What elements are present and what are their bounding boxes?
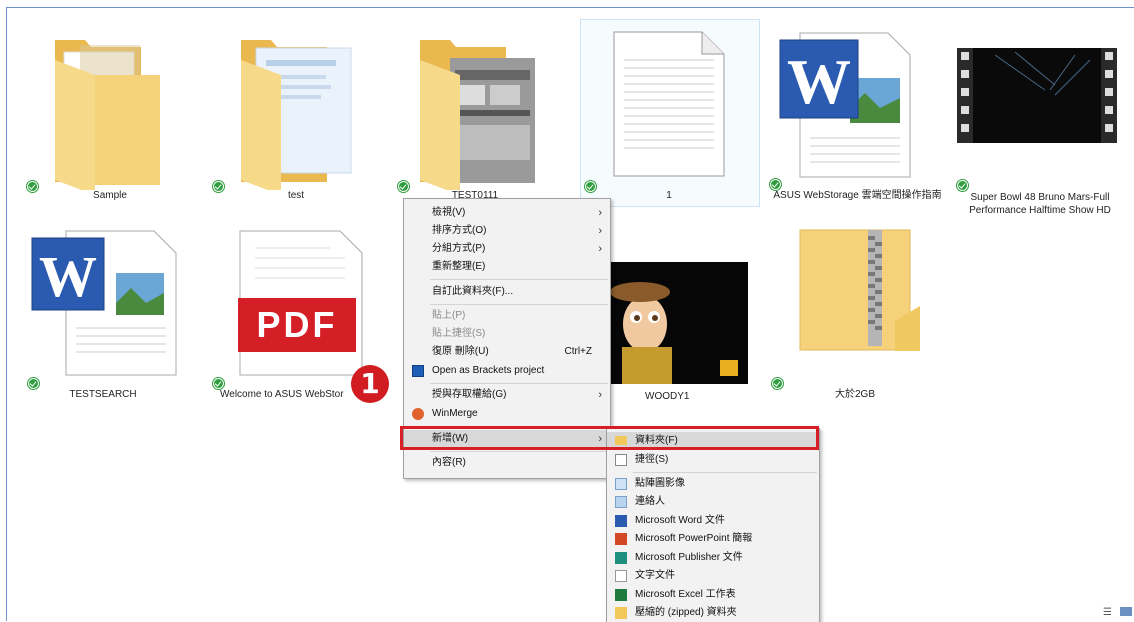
new-folder-highlight	[400, 426, 819, 450]
menu-separator	[430, 383, 608, 384]
file-label: WOODY1	[645, 391, 690, 402]
submenu-item-powerpoint[interactable]: Microsoft PowerPoint 簡報	[607, 530, 819, 548]
menu-item-properties[interactable]: 內容(R)	[404, 454, 610, 472]
menu-separator	[633, 472, 817, 473]
file-item-1[interactable]: 1	[585, 30, 739, 210]
svg-text:W: W	[39, 244, 97, 309]
menu-item-view[interactable]: 檢視(V) ›	[404, 204, 610, 222]
chevron-right-icon: ›	[598, 243, 602, 255]
new-submenu: 資料夾(F) 捷徑(S) 點陣圖影像 連絡人 Microsoft Word 文件…	[606, 428, 820, 622]
menu-separator	[430, 451, 608, 452]
submenu-item-word[interactable]: Microsoft Word 文件	[607, 512, 819, 530]
sync-status-icon	[585, 181, 596, 192]
winmerge-icon	[412, 408, 424, 420]
file-label: 大於2GB	[834, 389, 875, 400]
folder-icon	[420, 40, 535, 195]
zip-folder-icon	[799, 229, 920, 351]
submenu-item-contact[interactable]: 連絡人	[607, 493, 819, 511]
menu-item-group[interactable]: 分組方式(P) ›	[404, 240, 610, 258]
menu-item-winmerge[interactable]: WinMerge	[404, 405, 610, 423]
pdf-badge: PDF	[256, 304, 338, 345]
submenu-item-shortcut[interactable]: 捷徑(S)	[607, 451, 819, 469]
file-item-asus-guide[interactable]: W ASUS WebStorage 雲端空間操作指南	[770, 28, 945, 208]
step-number-badge: 1	[351, 365, 389, 403]
word-doc-icon: W	[31, 230, 177, 376]
file-label: Sample	[93, 190, 127, 201]
shortcut-icon	[615, 454, 627, 466]
menu-item-brackets[interactable]: Open as Brackets project	[404, 362, 610, 380]
menu-separator	[430, 279, 608, 280]
file-item-welcome-pdf[interactable]: PDF Welcome to ASUS WebStor	[210, 228, 370, 408]
folder-icon	[241, 40, 352, 195]
zip-folder-icon	[615, 607, 627, 619]
submenu-item-publisher[interactable]: Microsoft Publisher 文件	[607, 549, 819, 567]
bitmap-icon	[615, 478, 627, 490]
chevron-right-icon: ›	[598, 225, 602, 237]
submenu-item-bitmap[interactable]: 點陣圖影像	[607, 475, 819, 493]
menu-item-undo[interactable]: 復原 刪除(U) Ctrl+Z	[404, 343, 610, 361]
sync-status-icon	[27, 181, 38, 192]
details-view-icon[interactable]: ☰	[1103, 607, 1112, 618]
menu-item-give-access[interactable]: 授與存取權給(G) ›	[404, 386, 610, 404]
file-item-test[interactable]: test	[213, 30, 366, 210]
sync-status-icon	[957, 180, 968, 191]
publisher-icon	[615, 552, 627, 564]
chevron-right-icon: ›	[598, 207, 602, 219]
word-doc-icon: W	[779, 32, 911, 178]
brackets-icon	[412, 365, 424, 377]
menu-separator	[430, 304, 608, 305]
file-item-sample[interactable]: Sample	[27, 30, 180, 210]
file-label: ASUS WebStorage 雲端空間操作指南	[773, 190, 942, 201]
file-item-test0111[interactable]: TEST0111	[398, 30, 545, 210]
file-item-superbowl[interactable]: Super Bowl 48 Bruno Mars-Full Performanc…	[955, 40, 1125, 220]
submenu-item-text[interactable]: 文字文件	[607, 567, 819, 585]
chevron-right-icon: ›	[598, 389, 602, 401]
folder-icon	[55, 40, 160, 195]
text-document-icon	[615, 570, 627, 582]
video-thumbnail	[957, 48, 1117, 143]
menu-item-customize[interactable]: 自訂此資料夾(F)...	[404, 283, 610, 301]
menu-item-sort[interactable]: 排序方式(O) ›	[404, 222, 610, 240]
file-label: 1	[666, 190, 672, 201]
image-thumbnail	[600, 262, 748, 384]
file-item-testsearch[interactable]: W TESTSEARCH	[28, 228, 178, 408]
file-item-big2gb[interactable]: 大於2GB	[772, 226, 925, 406]
contact-icon	[615, 496, 627, 508]
menu-item-paste: 貼上(P)	[432, 310, 466, 321]
excel-icon	[615, 589, 627, 601]
file-label: TESTSEARCH	[69, 389, 137, 400]
file-item-woody[interactable]: WOODY1	[600, 262, 748, 402]
menu-item-paste-shortcut: 貼上捷徑(S)	[432, 328, 486, 339]
submenu-item-excel[interactable]: Microsoft Excel 工作表	[607, 586, 819, 604]
sync-status-icon	[213, 181, 224, 192]
menu-item-refresh[interactable]: 重新整理(E)	[404, 258, 610, 276]
large-icons-view-icon[interactable]	[1120, 607, 1132, 616]
file-label-line1: Super Bowl 48 Bruno Mars-Full	[970, 192, 1110, 203]
word-icon	[615, 515, 627, 527]
text-file-icon	[613, 31, 725, 177]
svg-text:W: W	[787, 46, 851, 117]
file-label: test	[287, 190, 305, 201]
file-label-line2: Performance Halftime Show HD	[969, 205, 1111, 216]
submenu-item-zip[interactable]: 壓縮的 (zipped) 資料夾	[607, 604, 819, 622]
powerpoint-icon	[615, 533, 627, 545]
